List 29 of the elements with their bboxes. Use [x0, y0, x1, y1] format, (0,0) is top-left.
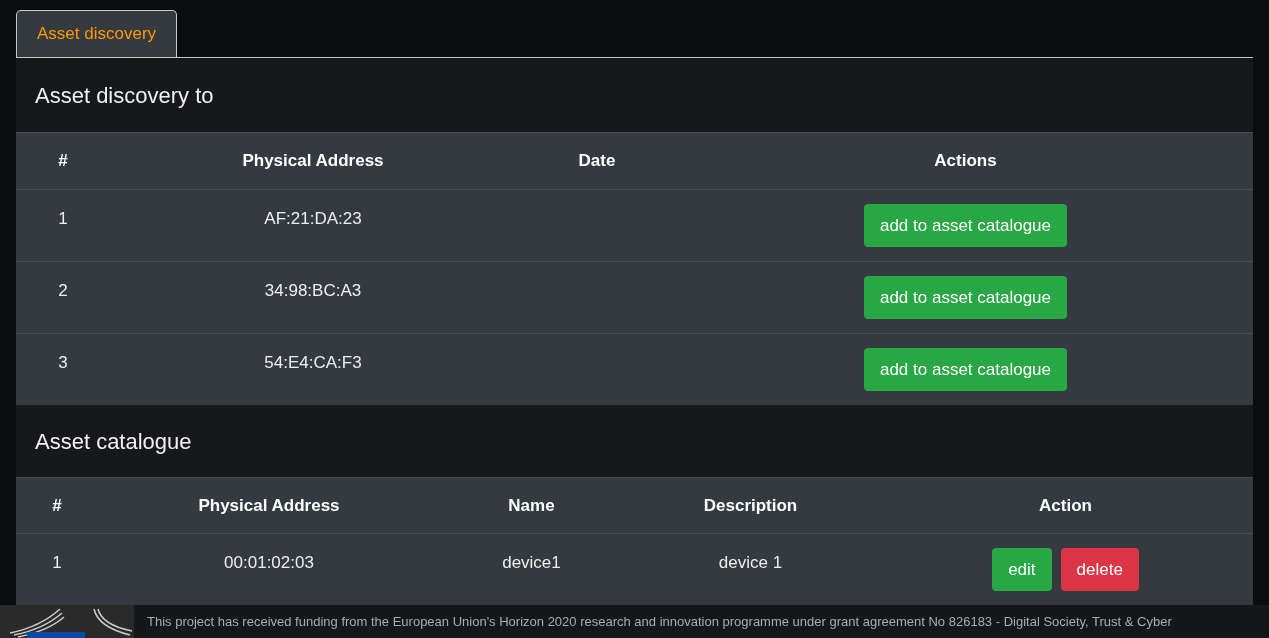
table-cell: device 1	[718, 553, 783, 572]
add-button[interactable]: add to asset catalogue	[863, 204, 1068, 247]
table-cell: 1	[52, 553, 62, 572]
add-button[interactable]: add to asset catalogue	[863, 348, 1068, 391]
column-header: Description	[702, 494, 799, 517]
logo-icon	[0, 605, 134, 638]
tab[interactable]: Asset discovery	[16, 10, 178, 57]
table-cell: AF:21:DA:23	[264, 209, 362, 228]
column-header: Action	[1038, 494, 1093, 517]
add-button[interactable]: add to asset catalogue	[863, 276, 1068, 319]
column-header: Name	[507, 494, 556, 517]
table-cell: 00:01:02:03	[224, 553, 314, 572]
column-header: Physical Address	[197, 494, 341, 517]
table-cell: 34:98:BC:A3	[264, 281, 362, 300]
edit-button[interactable]: edit	[992, 548, 1052, 591]
table-cell: 54:E4:CA:F3	[264, 353, 362, 372]
section-title: Asset catalogue	[35, 427, 192, 456]
table-cell: 1	[58, 209, 68, 228]
column-header: Physical Address	[241, 150, 385, 173]
footer-text: This project has received funding from the European Union's Horizon 2020 research and innovation programme under grant agreement No 826183 - Digital Society, Trust & Cyber	[147, 612, 1172, 631]
delete-button[interactable]: delete	[1060, 548, 1139, 591]
section-title: Asset discovery to	[35, 81, 214, 110]
table-cell: device1	[502, 553, 561, 572]
table-cell: 3	[58, 353, 68, 372]
column-header: #	[51, 494, 63, 517]
column-header: Date	[577, 150, 617, 173]
column-header: Actions	[933, 150, 998, 173]
column-header: #	[57, 150, 69, 173]
table-cell: 2	[58, 281, 68, 300]
